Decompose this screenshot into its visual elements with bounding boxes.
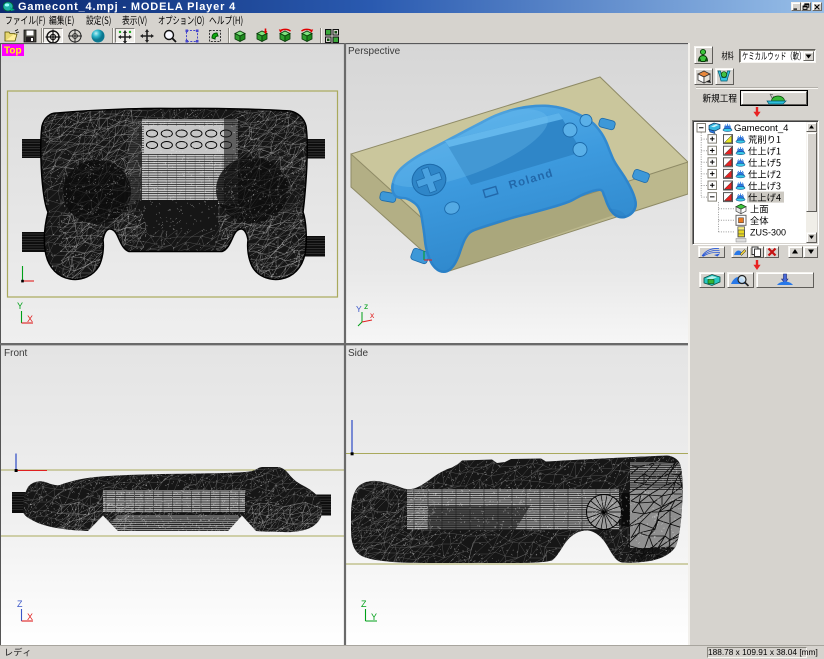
- svg-text:Perspective: Perspective: [348, 46, 401, 57]
- svg-text:z: z: [364, 301, 368, 311]
- svg-text:ZUS-300: ZUS-300: [750, 227, 786, 237]
- svg-text:Y: Y: [17, 301, 23, 311]
- svg-text:X: X: [27, 314, 33, 324]
- svg-text:Y: Y: [371, 612, 377, 622]
- svg-text:Gamecont_4: Gamecont_4: [734, 123, 788, 134]
- svg-text:Z: Z: [17, 599, 23, 609]
- svg-text:Top: Top: [4, 46, 22, 57]
- svg-text:Z: Z: [361, 599, 367, 609]
- svg-text:Front: Front: [4, 348, 28, 359]
- svg-text:Side: Side: [348, 348, 368, 359]
- svg-text:Y: Y: [356, 304, 362, 314]
- svg-text:X: X: [27, 612, 33, 622]
